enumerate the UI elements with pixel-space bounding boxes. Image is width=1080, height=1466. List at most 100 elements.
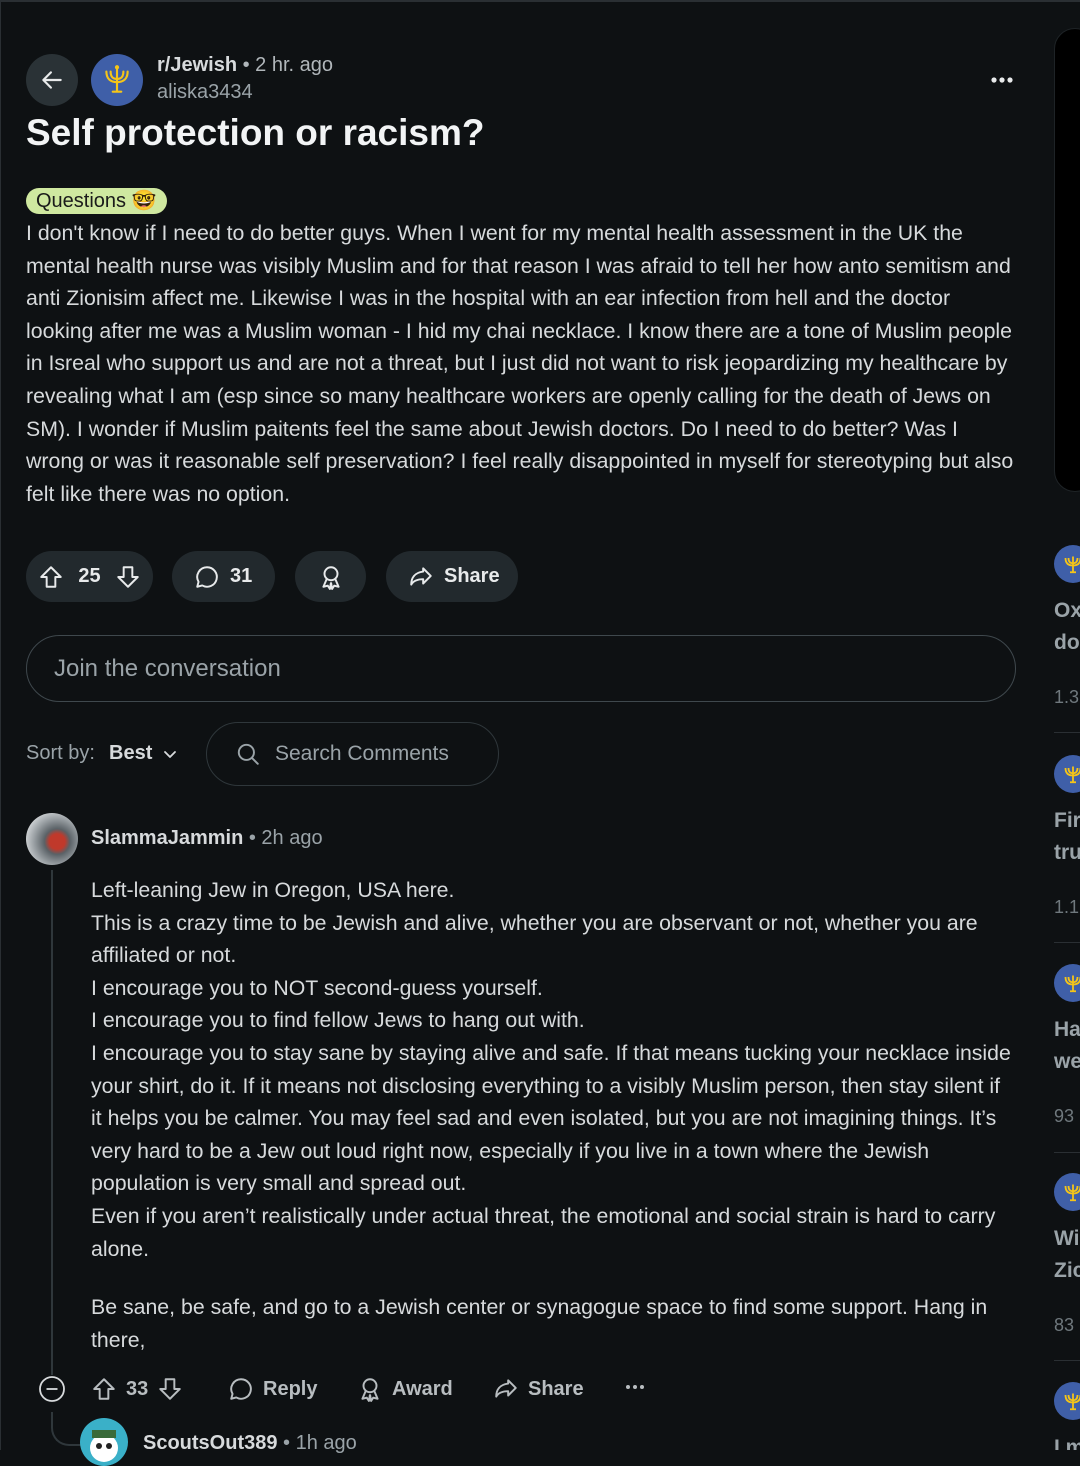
comment-line: Even if you aren’t realistically under a… bbox=[91, 1203, 996, 1261]
sidebar-post-title: Zic bbox=[1054, 1259, 1080, 1282]
comment-line: I encourage you to NOT second-guess your… bbox=[91, 975, 543, 1000]
reply-avatar[interactable] bbox=[80, 1418, 128, 1466]
comment-line: This is a crazy time to be Jewish and al… bbox=[91, 910, 978, 968]
divider bbox=[1054, 1360, 1080, 1361]
meta-separator: • bbox=[248, 827, 262, 849]
comment-line: I encourage you to stay sane by staying … bbox=[91, 1040, 1011, 1196]
sidebar-post-meta: 1.1 bbox=[1054, 897, 1080, 917]
award-icon bbox=[321, 565, 340, 590]
post-body: I don't know if I need to do better guys… bbox=[26, 221, 1014, 506]
share-button[interactable]: Share bbox=[386, 551, 518, 602]
sidebar-post-meta: 1.3 bbox=[1054, 687, 1080, 707]
comment-actions: 33 Reply Award Share bbox=[0, 1370, 700, 1410]
reply-meta: ScoutsOut389 • 1h ago bbox=[143, 1432, 357, 1455]
reply-label: Reply bbox=[263, 1377, 318, 1400]
sort-label: Sort by: bbox=[26, 742, 95, 764]
subreddit-name[interactable]: r/Jewish bbox=[157, 54, 237, 76]
downvote-icon[interactable] bbox=[157, 1376, 183, 1402]
upvote-icon[interactable] bbox=[38, 564, 64, 590]
comment-closing: Be sane, be safe, and go to a Jewish cen… bbox=[91, 1295, 988, 1352]
sidebar-post-item[interactable]: I m bbox=[1054, 1382, 1080, 1450]
menorah-icon bbox=[1054, 1382, 1080, 1420]
comment-body: Left-leaning Jew in Oregon, USA here. Th… bbox=[91, 874, 1016, 1265]
reply-author[interactable]: ScoutsOut389 bbox=[143, 1432, 277, 1454]
comment-author[interactable]: SlammaJammin bbox=[91, 827, 243, 849]
comment-icon bbox=[230, 1378, 252, 1400]
top-border bbox=[0, 0, 1080, 2]
search-icon bbox=[237, 743, 259, 765]
menorah-icon bbox=[1054, 964, 1080, 1002]
downvote-icon[interactable] bbox=[115, 564, 141, 590]
search-comments-input[interactable]: Search Comments bbox=[206, 722, 499, 786]
collapse-button[interactable] bbox=[38, 1375, 66, 1403]
sidebar-post-item[interactable]: Ha we 93 bbox=[1054, 964, 1080, 1134]
chevron-down-icon bbox=[164, 750, 177, 758]
subreddit-avatar[interactable] bbox=[91, 54, 143, 106]
sidebar-post-title: tru bbox=[1054, 841, 1080, 864]
sort-dropdown[interactable]: Best bbox=[109, 742, 178, 765]
snoo-avatar-icon bbox=[90, 1430, 118, 1462]
sidebar-post-title: Wi bbox=[1054, 1227, 1080, 1250]
sidebar-post-title: Ox bbox=[1054, 599, 1080, 622]
sidebar-post-item[interactable]: Ox do 1.3 bbox=[1054, 545, 1080, 715]
join-conversation-input[interactable]: Join the conversation bbox=[26, 635, 1016, 702]
upvote-icon[interactable] bbox=[91, 1376, 117, 1402]
divider bbox=[1054, 1152, 1080, 1153]
left-border bbox=[0, 0, 1, 1450]
arrow-left-icon bbox=[42, 71, 62, 89]
more-horizontal-icon bbox=[991, 77, 1013, 83]
reply-time: 1h ago bbox=[295, 1432, 357, 1454]
comment-meta: SlammaJammin • 2h ago bbox=[91, 827, 323, 850]
back-button[interactable] bbox=[26, 54, 78, 106]
menorah-icon bbox=[1054, 755, 1080, 793]
comments-button[interactable]: 31 bbox=[172, 551, 275, 602]
more-horizontal-icon bbox=[626, 1385, 644, 1389]
sidebar-post-title: Fir bbox=[1054, 809, 1080, 832]
vote-control: 25 bbox=[26, 551, 153, 602]
meta-separator: • bbox=[283, 1432, 296, 1454]
sidebar-post-title: we bbox=[1054, 1050, 1080, 1073]
sort-value: Best bbox=[109, 742, 153, 764]
award-button[interactable] bbox=[295, 551, 366, 602]
comment-line: Left-leaning Jew in Oregon, USA here. bbox=[91, 878, 455, 902]
collapse-minus-icon bbox=[39, 1376, 65, 1402]
comment-line: I encourage you to find fellow Jews to h… bbox=[91, 1008, 585, 1033]
sidebar-post-title: Ha bbox=[1054, 1018, 1080, 1041]
post-author[interactable]: aliska3434 bbox=[157, 81, 253, 104]
post-title: Self protection or racism? bbox=[26, 112, 485, 153]
sidebar-post-title: I m bbox=[1054, 1436, 1080, 1450]
more-options-button[interactable] bbox=[982, 64, 1022, 96]
reply-button[interactable]: Reply bbox=[228, 1376, 317, 1402]
menorah-icon bbox=[1054, 545, 1080, 583]
divider bbox=[1054, 732, 1080, 733]
comment-vote-control: 33 bbox=[91, 1376, 183, 1402]
comment-more-button[interactable] bbox=[625, 1384, 645, 1390]
search-placeholder: Search Comments bbox=[275, 742, 449, 765]
comment-vote-count: 33 bbox=[126, 1377, 149, 1400]
sidebar-post-item[interactable]: Wi Zic 83 bbox=[1054, 1173, 1080, 1343]
menorah-icon bbox=[1054, 1173, 1080, 1211]
meta-separator: • bbox=[242, 54, 256, 76]
sidebar-post-meta: 83 bbox=[1054, 1315, 1075, 1335]
join-placeholder: Join the conversation bbox=[54, 654, 281, 682]
comment-share-button[interactable]: Share bbox=[493, 1376, 584, 1402]
divider bbox=[1054, 942, 1080, 943]
sidebar-post-meta: 93 bbox=[1054, 1106, 1075, 1126]
award-label: Award bbox=[392, 1377, 453, 1400]
post-meta: r/Jewish • 2 hr. ago bbox=[157, 54, 333, 77]
post-time: 2 hr. ago bbox=[255, 54, 334, 76]
comment-time: 2h ago bbox=[261, 827, 323, 849]
comment-award-button[interactable]: Award bbox=[357, 1376, 453, 1402]
vote-count: 25 bbox=[78, 565, 101, 587]
post-flair[interactable]: Questions 🤓 bbox=[26, 188, 167, 214]
share-label: Share bbox=[444, 565, 500, 587]
award-icon bbox=[361, 1378, 379, 1402]
thread-line[interactable] bbox=[51, 870, 53, 1375]
comment-share-label: Share bbox=[528, 1377, 584, 1400]
menorah-icon bbox=[105, 65, 129, 93]
sidebar-post-item[interactable]: Fir tru 1.1 bbox=[1054, 755, 1080, 925]
comment-icon bbox=[196, 565, 218, 588]
avatar[interactable] bbox=[26, 813, 78, 865]
sidebar-post-title: do bbox=[1054, 631, 1080, 654]
comment-count: 31 bbox=[230, 565, 253, 587]
